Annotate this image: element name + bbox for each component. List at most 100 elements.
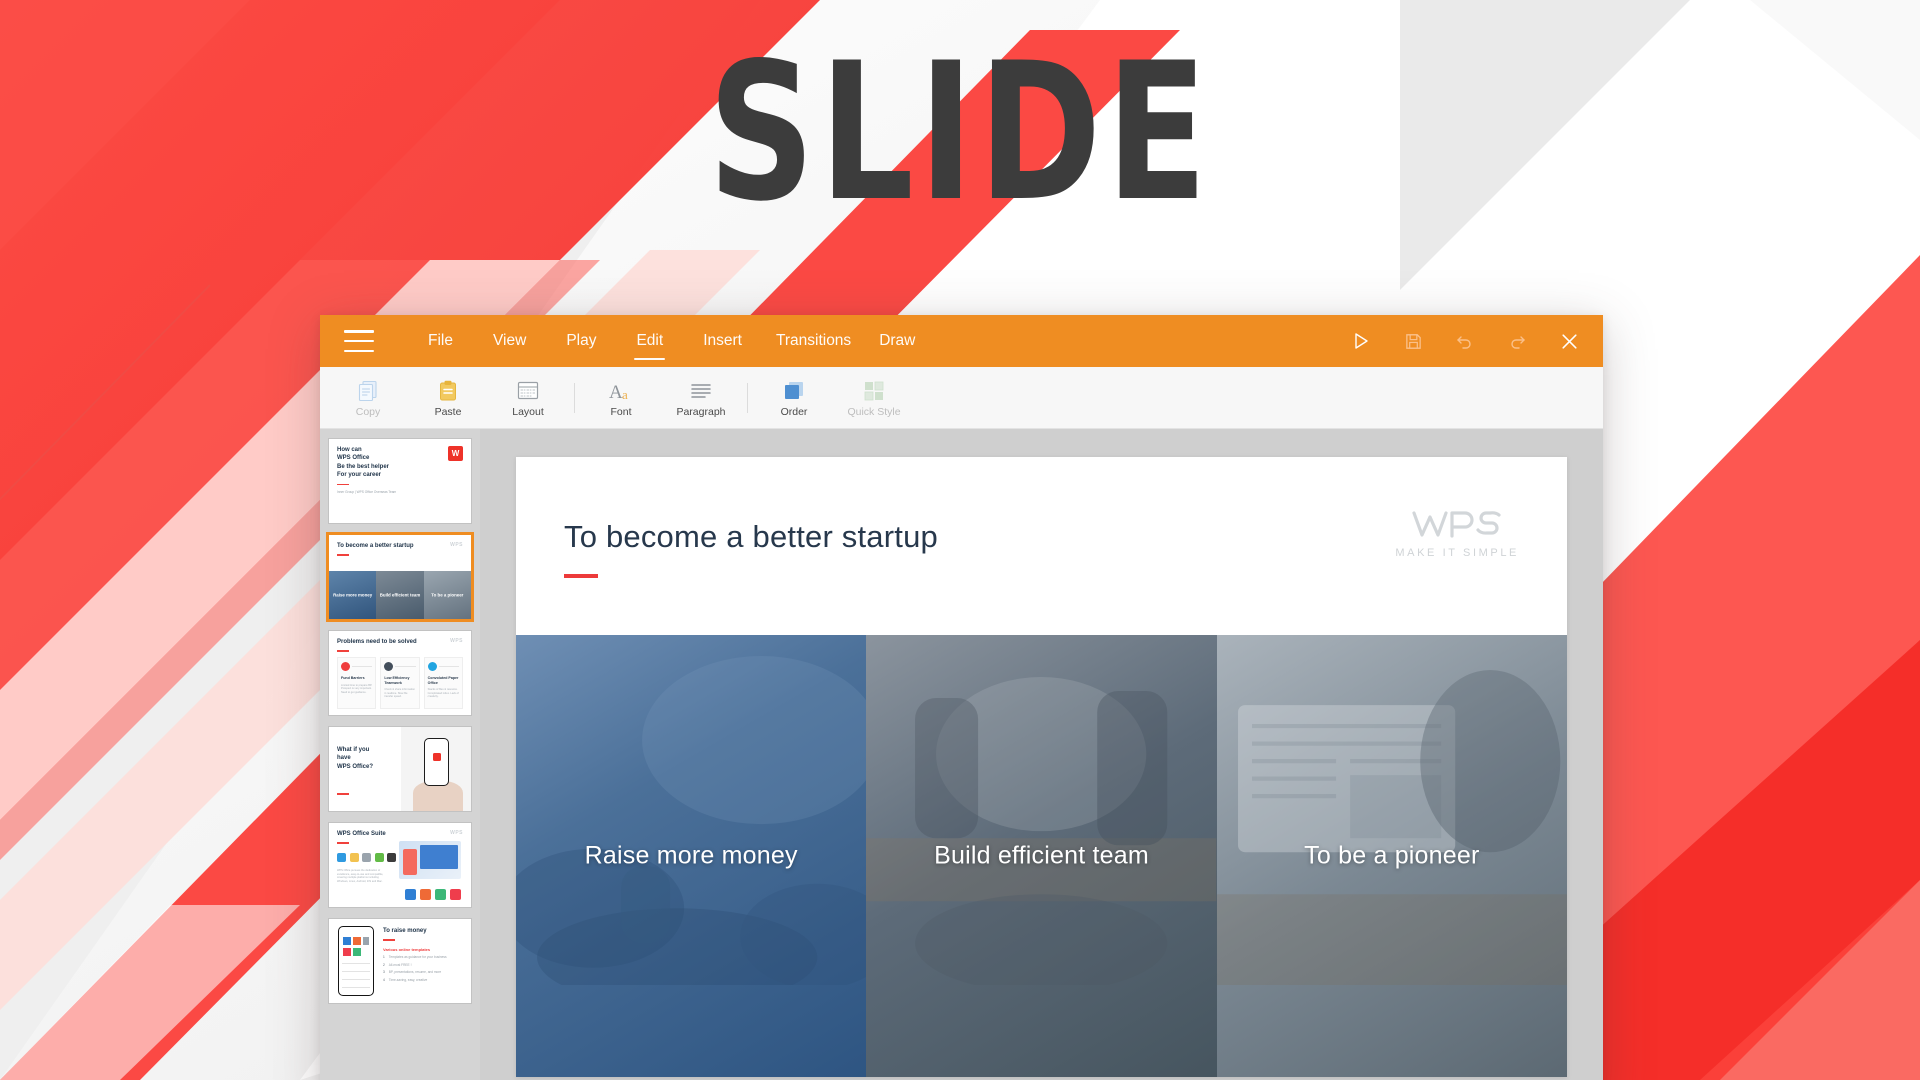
slide1-line-4: For your career — [337, 472, 382, 479]
platform-icon-windows — [337, 853, 346, 862]
slide6-list-item-4: 4 Time-saving, easy, creative — [383, 978, 465, 982]
slide-title[interactable]: To become a better startup — [564, 519, 938, 555]
slide-thumbnail-1[interactable]: How can WPS Office Be the best helper Fo… — [329, 439, 471, 523]
menu-item-edit[interactable]: Edit — [616, 315, 683, 367]
slide6-list-num-4: 4 — [383, 977, 385, 982]
slide-image-cell-2[interactable]: Build efficient team — [866, 635, 1217, 1077]
toolbar-label-layout: Layout — [512, 406, 544, 418]
slide-thumbnail-5[interactable]: WPS Office Suite WPS WPS Office pursues … — [329, 823, 471, 907]
slide5-title: WPS Office Suite — [337, 831, 386, 837]
save-icon[interactable] — [1395, 323, 1431, 359]
font-icon: A a — [608, 377, 634, 403]
slide1-line-2: WPS Office — [337, 455, 370, 462]
slide3-card-body-2: Check & share information in realtime. S… — [384, 688, 415, 699]
layout-icon — [516, 377, 540, 403]
slide1-line-1: How can — [337, 447, 362, 453]
order-icon — [782, 377, 806, 403]
slide3-card-body-3: Stacks of files & resource. Complicated … — [427, 688, 459, 699]
copy-icon — [357, 377, 379, 403]
slide-image-cell-1[interactable]: Raise more money — [516, 635, 867, 1077]
slide3-card-1: Fund Barriers Limited time to prepare BP… — [337, 657, 377, 709]
toolbar-button-paste[interactable]: Paste — [408, 367, 488, 428]
slide5-accent-rule — [337, 842, 349, 844]
slide6-highlight: Various online templates — [383, 947, 431, 952]
slide-caption-3: To be a pioneer — [1304, 841, 1480, 870]
menu-item-file[interactable]: File — [408, 315, 473, 367]
slide6-list-text-3: BP, presentations, resume, and more — [388, 970, 442, 975]
redo-icon[interactable] — [1499, 323, 1535, 359]
ribbon-toolbar: Copy Paste Layout A a Font Paragraph Ord… — [320, 367, 1603, 429]
slide1-line-3: Be the best helper — [337, 463, 390, 470]
toolbar-button-font[interactable]: A a Font — [581, 367, 661, 428]
close-icon[interactable] — [1551, 323, 1587, 359]
slide-thumbnail-2[interactable]: To become a better startup WPS Raise mor… — [329, 535, 471, 619]
hamburger-icon[interactable] — [344, 330, 374, 352]
slide2-accent-rule — [337, 554, 349, 556]
current-slide[interactable]: To become a better startup MAKE IT SIMPL… — [516, 457, 1567, 1077]
toolbar-label-paragraph: Paragraph — [676, 406, 726, 418]
toolbar-button-layout[interactable]: Layout — [488, 367, 568, 428]
slide6-list-text-4: Time-saving, easy, creative — [388, 977, 428, 982]
slide-caption-2: Build efficient team — [934, 841, 1149, 870]
slide3-accent-rule — [337, 650, 349, 652]
slide3-card-rule-1 — [352, 666, 373, 667]
wps-logo-mark — [1395, 509, 1519, 544]
play-icon[interactable] — [1343, 323, 1379, 359]
app-icon-spreadsheet — [435, 889, 446, 900]
svg-text:A: A — [609, 382, 623, 403]
wps-gray-logo-icon-5: WPS — [450, 830, 463, 836]
slide-thumbnail-6[interactable]: To raise money Various online templates … — [329, 919, 471, 1003]
slide5-app-icons — [405, 889, 461, 900]
wps-red-logo-icon: W — [448, 446, 463, 461]
toolbar-button-order[interactable]: Order — [754, 367, 834, 428]
slide6-list-num-2: 2 — [383, 962, 385, 967]
slide-caption-1: Raise more money — [584, 841, 798, 870]
toolbar-label-paste: Paste — [434, 406, 462, 418]
slide3-card-icon-2 — [384, 662, 394, 671]
slide2-caption-1: Raise more money — [333, 592, 373, 598]
slide-title-accent-rule — [564, 574, 598, 578]
app-icon-pdf — [450, 889, 461, 900]
undo-icon[interactable] — [1447, 323, 1483, 359]
slide2-title: To become a better startup — [337, 543, 414, 549]
menu-item-draw[interactable]: Draw — [865, 315, 929, 367]
slide3-card-icon-1 — [341, 662, 350, 671]
toolbar-button-copy[interactable]: Copy — [328, 367, 408, 428]
slide3-card-icon-3 — [427, 662, 437, 671]
slide3-card-rule-2 — [395, 666, 416, 667]
slide-thumbnail-4[interactable]: What if you have WPS Office? — [329, 727, 471, 811]
slide-thumbnail-panel[interactable]: How can WPS Office Be the best helper Fo… — [320, 429, 480, 1080]
menu-item-transitions[interactable]: Transitions — [762, 315, 865, 367]
wps-logo-tagline: MAKE IT SIMPLE — [1395, 547, 1519, 559]
app-icon-writer — [405, 889, 416, 900]
slide6-list-text-2: All-most FREE ! — [388, 962, 412, 967]
slide2-cell-3: To be a pioneer — [423, 571, 471, 619]
slide-image-cell-3[interactable]: To be a pioneer — [1216, 635, 1567, 1077]
slide2-cell-2: Build efficient team — [376, 571, 424, 619]
page-title: SLIDE — [708, 22, 1212, 243]
slide6-title: To raise money — [383, 928, 427, 934]
slide5-devices-graphic — [399, 841, 461, 879]
slide1-accent-rule — [337, 483, 349, 486]
toolbar-label-font: Font — [610, 406, 632, 418]
slide5-body: WPS Office pursues the dedication of exc… — [337, 869, 384, 883]
slide3-title: Problems need to be solved — [337, 639, 417, 645]
slide4-accent-rule — [337, 793, 349, 795]
quickstyle-icon — [862, 377, 886, 403]
slide-thumbnail-3[interactable]: Problems need to be solved WPS Fund Barr… — [329, 631, 471, 715]
toolbar-button-quick-style[interactable]: Quick Style — [834, 367, 914, 428]
menu-item-play[interactable]: Play — [546, 315, 616, 367]
svg-text:a: a — [622, 387, 628, 402]
wps-gray-logo-icon-3: WPS — [450, 638, 463, 644]
photo-texture-3 — [1216, 670, 1567, 986]
slide6-list-item-1: 1 Templates as guidance for your busines… — [383, 955, 465, 959]
slide-canvas-area[interactable]: To become a better startup MAKE IT SIMPL… — [480, 429, 1603, 1080]
toolbar-button-paragraph[interactable]: Paragraph — [661, 367, 741, 428]
menu-item-view[interactable]: View — [473, 315, 546, 367]
paste-icon — [437, 377, 459, 403]
menu-items: File View Play Edit Insert Transitions D… — [408, 315, 929, 367]
app-icon-presentation — [420, 889, 431, 900]
slide2-caption-3: To be a pioneer — [431, 592, 464, 598]
menu-item-insert[interactable]: Insert — [683, 315, 762, 367]
slide-header: To become a better startup MAKE IT SIMPL… — [516, 457, 1567, 635]
